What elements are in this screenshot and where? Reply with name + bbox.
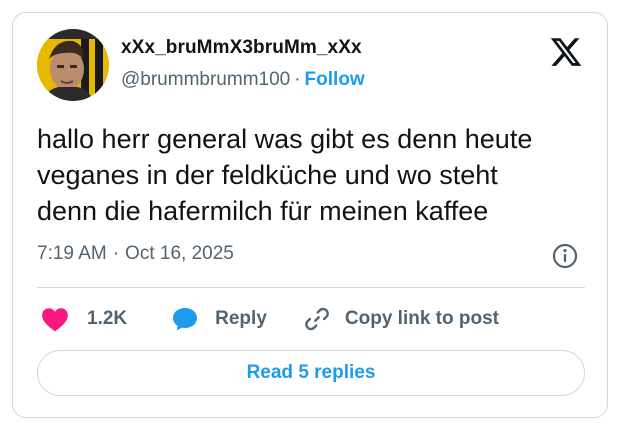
tweet-text: hallo herr general was gibt es denn heut… bbox=[37, 124, 533, 226]
x-logo-icon[interactable] bbox=[549, 35, 583, 69]
meta-separator: · bbox=[112, 243, 120, 264]
reply-button[interactable]: Reply bbox=[171, 306, 267, 332]
tweet-card: xXx_bruMmX3bruMm_xXx @brummbrumm100 · Foll… bbox=[12, 12, 608, 418]
tweet-meta[interactable]: 7:19 AM · Oct 16, 2025 bbox=[37, 243, 234, 265]
avatar[interactable] bbox=[37, 29, 109, 101]
heart-icon bbox=[42, 308, 68, 332]
like-count: 1.2K bbox=[87, 308, 128, 329]
tweet-date: Oct 16, 2025 bbox=[125, 243, 234, 264]
reply-label: Reply bbox=[215, 308, 267, 329]
handle-row: @brummbrumm100 · Follow bbox=[121, 69, 365, 91]
copy-link-button[interactable]: Copy link to post bbox=[303, 305, 499, 333]
copy-link-label: Copy link to post bbox=[344, 308, 499, 329]
action-bar: 1.2K Reply Copy link to post bbox=[37, 303, 499, 335]
user-handle[interactable]: @brummbrumm100 bbox=[121, 69, 290, 90]
divider bbox=[37, 287, 585, 288]
read-replies-button[interactable]: Read 5 replies bbox=[37, 350, 585, 396]
tweet-time: 7:19 AM bbox=[37, 243, 107, 264]
follow-button[interactable]: Follow bbox=[305, 69, 365, 90]
link-icon bbox=[305, 307, 329, 331]
display-name[interactable]: xXx_bruMmX3bruMm_xXx bbox=[121, 37, 362, 59]
avatar-image bbox=[37, 29, 109, 101]
like-button[interactable]: 1.2K bbox=[41, 306, 127, 332]
separator-dot: · bbox=[294, 69, 301, 90]
info-icon[interactable] bbox=[551, 242, 579, 270]
speech-bubble-icon bbox=[173, 308, 198, 331]
